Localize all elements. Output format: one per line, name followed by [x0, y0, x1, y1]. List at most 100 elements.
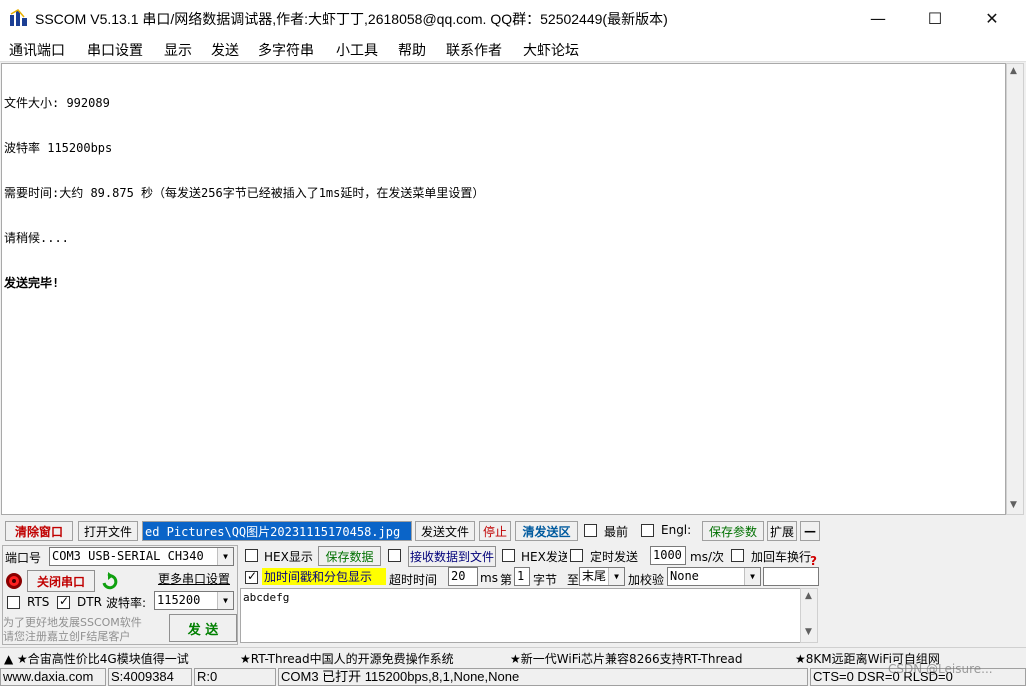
to-select[interactable]: 末尾 ▼	[579, 567, 625, 586]
timed-send-label: 定时发送	[590, 550, 639, 564]
timeout-input[interactable]: 20	[448, 567, 478, 586]
checksum-select[interactable]: None ▼	[667, 567, 761, 586]
receive-line: 波特率 115200bps	[4, 141, 113, 155]
hex-send-label: HEX发送	[521, 550, 567, 564]
port-select-value: COM3 USB-SERIAL CH340	[52, 549, 204, 563]
scroll-up-icon[interactable]: ▲	[805, 591, 812, 601]
send-file-button[interactable]: 发送文件	[415, 521, 475, 541]
receive-scrollbar[interactable]: ▲ ▼	[1006, 63, 1024, 515]
ticker-item[interactable]: ★RT-Thread中国人的开源免费操作系统	[240, 650, 454, 667]
maximize-button[interactable]: ☐	[906, 0, 964, 36]
checksum-select-value: None	[670, 569, 699, 583]
ticker-item[interactable]: ★新一代WiFi芯片兼容8266支持RT-Thread	[510, 650, 742, 667]
port-status-icon	[6, 573, 22, 589]
rts-checkbox[interactable]	[7, 596, 20, 609]
refresh-icon[interactable]	[100, 571, 120, 591]
promo-ticker: ▲ ★合宙高性价比4G模块值得一试 ★RT-Thread中国人的开源免费操作系统…	[0, 647, 1026, 667]
receive-line: 请稍候....	[4, 231, 69, 245]
rts-label: RTS	[27, 595, 50, 609]
menu-comm-port[interactable]: 通讯端口	[9, 40, 65, 60]
menu-send[interactable]: 发送	[211, 40, 239, 60]
receive-line: 发送完毕!	[4, 276, 60, 290]
receive-line: 文件大小: 992089	[4, 96, 110, 110]
timestamp-checkbox[interactable]	[245, 569, 258, 584]
chevron-down-icon: ▼	[217, 592, 233, 609]
promo-line-2: 请您注册嘉立创F结尾客户	[3, 630, 131, 643]
menu-help[interactable]: 帮助	[398, 40, 426, 60]
recv-to-file-label[interactable]: 接收数据到文件	[408, 546, 496, 567]
menu-contact-author[interactable]: 联系作者	[446, 40, 502, 60]
receive-textarea[interactable]: 文件大小: 992089 波特率 115200bps 需要时间:大约 89.87…	[1, 63, 1006, 515]
checksum-label: 加校验	[628, 573, 665, 587]
close-port-button[interactable]: 关闭串口	[27, 570, 95, 592]
byte-from-input[interactable]: 1	[514, 567, 530, 586]
topmost-checkbox[interactable]	[584, 524, 597, 537]
send-textarea[interactable]: abcdefg	[240, 588, 818, 643]
clear-window-button[interactable]: 清除窗口	[5, 521, 73, 541]
menu-display[interactable]: 显示	[164, 40, 192, 60]
send-button[interactable]: 发 送	[169, 614, 237, 642]
byte-unit-label: 字节	[533, 573, 558, 587]
open-file-button[interactable]: 打开文件	[78, 521, 138, 541]
expand-button[interactable]: 扩展	[767, 521, 797, 541]
chevron-down-icon: ▼	[217, 548, 233, 565]
menu-tools[interactable]: 小工具	[336, 40, 378, 60]
more-serial-settings-link[interactable]: 更多串口设置	[153, 569, 235, 587]
to-label: 至	[567, 573, 580, 587]
english-checkbox[interactable]	[641, 524, 654, 537]
status-port-info: COM3 已打开 115200bps,8,1,None,None	[278, 668, 808, 686]
status-recv-count: R:0	[194, 668, 276, 686]
help-icon[interactable]: ?	[809, 553, 820, 567]
svg-text:?: ?	[810, 554, 817, 567]
send-scrollbar[interactable]: ▲ ▼	[800, 588, 818, 643]
window-title: SSCOM V5.13.1 串口/网络数据调试器,作者:大虾丁丁,2618058…	[35, 11, 668, 27]
add-crlf-label: 加回车换行	[751, 550, 812, 564]
hex-display-label: HEX显示	[264, 550, 313, 564]
menu-serial-settings[interactable]: 串口设置	[87, 40, 143, 60]
interval-input[interactable]: 1000	[650, 546, 686, 565]
file-path-input[interactable]: ed Pictures\QQ图片20231115170458.jpg	[142, 521, 412, 541]
menu-bar: 通讯端口 串口设置 显示 发送 多字符串 小工具 帮助 联系作者 大虾论坛	[0, 36, 1026, 62]
save-data-button[interactable]: 保存数据	[318, 546, 381, 566]
baud-label: 波特率:	[106, 596, 147, 610]
status-bar: www.daxia.com S:4009384 R:0 COM3 已打开 115…	[0, 662, 1026, 686]
port-select[interactable]: COM3 USB-SERIAL CH340 ▼	[49, 547, 234, 566]
dtr-checkbox[interactable]	[57, 594, 70, 609]
baud-select-value: 115200	[157, 593, 201, 607]
csdn-watermark: CSDN @Leisure...	[888, 662, 993, 676]
sscom-app-icon	[10, 9, 27, 26]
dtr-label: DTR	[77, 595, 102, 609]
clear-send-button[interactable]: 清发送区	[515, 521, 578, 541]
hex-send-checkbox[interactable]	[502, 549, 515, 562]
scroll-down-icon[interactable]: ▼	[1010, 500, 1017, 510]
timed-send-checkbox[interactable]	[570, 549, 583, 562]
minimize-button[interactable]: —	[849, 0, 907, 36]
english-label: Engl:	[661, 523, 692, 537]
scroll-up-icon[interactable]: ▲	[1010, 66, 1017, 76]
chevron-down-icon: ▼	[608, 568, 624, 585]
port-label: 端口号	[5, 551, 42, 565]
timeout-label: 超时时间	[389, 573, 438, 587]
checksum-result-input[interactable]	[763, 567, 819, 586]
title-bar: SSCOM V5.13.1 串口/网络数据调试器,作者:大虾丁丁,2618058…	[0, 0, 1026, 36]
status-sent-count: S:4009384	[108, 668, 192, 686]
byte-from-prefix-label: 第	[500, 573, 513, 587]
to-select-value: 末尾	[582, 569, 607, 583]
interval-unit-label: ms/次	[690, 550, 724, 564]
close-button[interactable]: ✕	[963, 0, 1021, 36]
ticker-item[interactable]: ▲ ★合宙高性价比4G模块值得一试	[4, 650, 189, 667]
stop-button[interactable]: 停止	[479, 521, 511, 541]
add-crlf-checkbox[interactable]	[731, 549, 744, 562]
recv-to-file-checkbox[interactable]	[388, 549, 401, 562]
chevron-down-icon: ▼	[744, 568, 760, 585]
menu-forum[interactable]: 大虾论坛	[523, 40, 579, 60]
status-website[interactable]: www.daxia.com	[0, 668, 106, 686]
collapse-button[interactable]: —	[800, 521, 820, 541]
hex-display-checkbox[interactable]	[245, 549, 258, 562]
scroll-down-icon[interactable]: ▼	[805, 627, 812, 637]
baud-select[interactable]: 115200 ▼	[154, 591, 234, 610]
timeout-unit-label: ms	[480, 571, 498, 585]
menu-multi-string[interactable]: 多字符串	[258, 40, 314, 60]
topmost-label: 最前	[604, 525, 629, 539]
save-params-button[interactable]: 保存参数	[702, 521, 764, 541]
